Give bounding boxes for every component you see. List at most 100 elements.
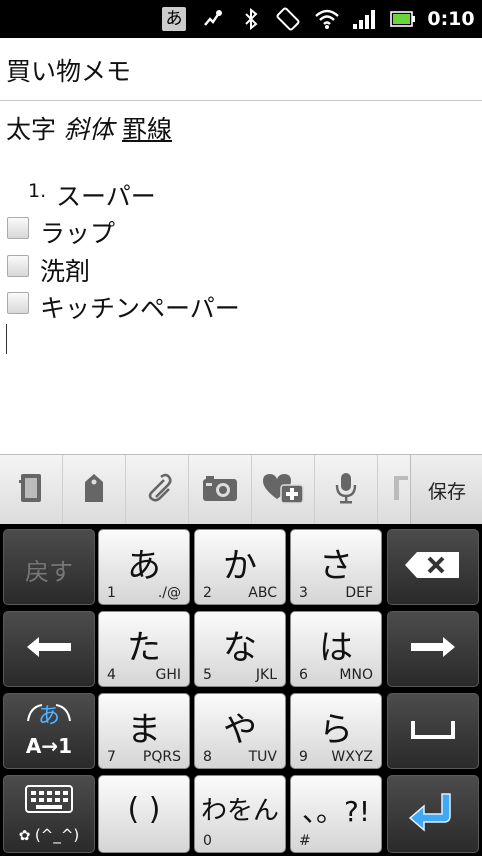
- keyboard: 戻す あ 1 ./@ か 2 ABC さ 3 DEF た 4 GHI な 5 J…: [0, 524, 482, 856]
- key-sub: GHI: [155, 667, 181, 683]
- mode-kana-label: あ: [38, 704, 60, 729]
- key-number: 2: [203, 585, 212, 601]
- text-cursor: [6, 324, 7, 354]
- camera-button[interactable]: [189, 455, 252, 525]
- key-label: ら: [319, 710, 353, 750]
- list-item: キッチンペーパー: [40, 294, 240, 323]
- kana-key-a[interactable]: あ 1 ./@: [98, 529, 190, 605]
- attachment-toolbar: 保存: [0, 454, 482, 525]
- key-number: 6: [299, 667, 308, 683]
- key-sub: DEF: [345, 585, 373, 601]
- underline-button[interactable]: 罫線: [122, 115, 172, 144]
- bold-button[interactable]: 太字: [6, 115, 56, 144]
- arrow-left-icon: [25, 635, 73, 663]
- key-label: さ: [319, 546, 353, 586]
- notebook-icon: [17, 472, 45, 508]
- input-mode-icon: あ A→1: [14, 699, 84, 763]
- key-label: か: [223, 546, 257, 586]
- key-label: な: [223, 628, 257, 668]
- key-number: 1: [107, 585, 116, 601]
- keyboard-icon: [24, 784, 74, 818]
- mode-alpha-label: A→1: [26, 734, 72, 758]
- note-editor[interactable]: 買い物メモ 太字 斜体 罫線 1. スーパー ラップ 洗剤 キッチンペーパー: [0, 38, 482, 454]
- battery-icon: [388, 0, 418, 38]
- key-number: 7: [107, 749, 116, 765]
- wifi-icon: [312, 0, 342, 38]
- format-icon: [392, 474, 410, 506]
- key-label: た: [127, 628, 161, 668]
- format-button[interactable]: [378, 455, 410, 525]
- add-favorite-icon: [261, 471, 305, 509]
- enter-icon: [406, 790, 460, 838]
- kana-key-na[interactable]: な 5 JKL: [194, 611, 286, 687]
- key-label: ま: [127, 710, 161, 750]
- checkbox[interactable]: [7, 292, 29, 314]
- signal-icon: [350, 0, 380, 38]
- enter-key[interactable]: [387, 775, 479, 853]
- key-number: 8: [203, 749, 212, 765]
- key-number: #: [299, 833, 311, 849]
- cursor-left-key[interactable]: [3, 611, 95, 687]
- input-mode-key[interactable]: あ A→1: [3, 693, 95, 769]
- key-sub: MNO: [339, 667, 373, 683]
- kana-key-sa[interactable]: さ 3 DEF: [290, 529, 382, 605]
- cursor-right-key[interactable]: [387, 611, 479, 687]
- format-toolbar: 太字 斜体 罫線: [6, 110, 172, 146]
- save-button[interactable]: 保存: [410, 455, 482, 525]
- kana-key-ya[interactable]: や 8 TUV: [194, 693, 286, 769]
- key-sub: TUV: [248, 749, 277, 765]
- undo-key[interactable]: 戻す: [3, 529, 95, 605]
- tag-button[interactable]: [63, 455, 126, 525]
- checkbox[interactable]: [7, 255, 29, 277]
- symbol-emoji-key[interactable]: ✿ (^_^): [3, 775, 95, 853]
- key-number: 3: [299, 585, 308, 601]
- bluetooth-icon: [238, 0, 264, 38]
- key-sub: ./@: [157, 585, 181, 601]
- kana-key-wa[interactable]: わをん 0: [194, 775, 286, 853]
- key-sub: WXYZ: [331, 749, 373, 765]
- emoji-label: ✿ (^_^): [18, 826, 80, 844]
- key-number: 5: [203, 667, 212, 683]
- key-number: 9: [299, 749, 308, 765]
- space-key[interactable]: [387, 693, 479, 769]
- list-item: ラップ: [40, 219, 116, 248]
- checkbox[interactable]: [7, 217, 29, 239]
- italic-button[interactable]: 斜体: [64, 115, 114, 144]
- kana-key-ka[interactable]: か 2 ABC: [194, 529, 286, 605]
- key-label: わをん: [200, 796, 279, 826]
- key-number: 4: [107, 667, 116, 683]
- attach-button[interactable]: [126, 455, 189, 525]
- camera-icon: [202, 474, 238, 506]
- flower-icon: ✿: [18, 828, 35, 844]
- backspace-key[interactable]: [387, 529, 479, 605]
- clock: 0:10: [427, 8, 475, 30]
- kana-key-ma[interactable]: ま 7 PQRS: [98, 693, 190, 769]
- gesture-icon: [198, 0, 228, 38]
- list-item: 洗剤: [40, 257, 91, 286]
- key-number: 0: [203, 833, 212, 849]
- kana-key-ha[interactable]: は 6 MNO: [290, 611, 382, 687]
- notebook-button[interactable]: [0, 455, 63, 525]
- key-sub: PQRS: [142, 749, 181, 765]
- status-bar: あ 0:10: [0, 0, 482, 38]
- note-title: 買い物メモ: [6, 57, 132, 86]
- microphone-icon: [334, 471, 358, 509]
- note-title-field[interactable]: 買い物メモ: [0, 38, 482, 101]
- list-number: 1.: [28, 180, 47, 202]
- paren-key[interactable]: ( ): [98, 775, 190, 853]
- kana-key-ra[interactable]: ら 9 WXYZ: [290, 693, 382, 769]
- undo-key-label: 戻す: [25, 558, 73, 586]
- key-label: 、。?!: [301, 795, 371, 828]
- key-label: や: [223, 710, 257, 750]
- key-label: あ: [127, 546, 161, 586]
- rotation-lock-icon: [272, 0, 304, 38]
- paperclip-icon: [142, 472, 172, 508]
- space-icon: [410, 717, 456, 745]
- voice-input-button[interactable]: [315, 455, 378, 525]
- ime-indicator-icon: あ: [160, 0, 188, 38]
- punctuation-key[interactable]: 、。?! #: [290, 775, 382, 853]
- list-item: スーパー: [56, 182, 156, 211]
- key-label: は: [319, 628, 353, 668]
- add-favorite-button[interactable]: [252, 455, 315, 525]
- kana-key-ta[interactable]: た 4 GHI: [98, 611, 190, 687]
